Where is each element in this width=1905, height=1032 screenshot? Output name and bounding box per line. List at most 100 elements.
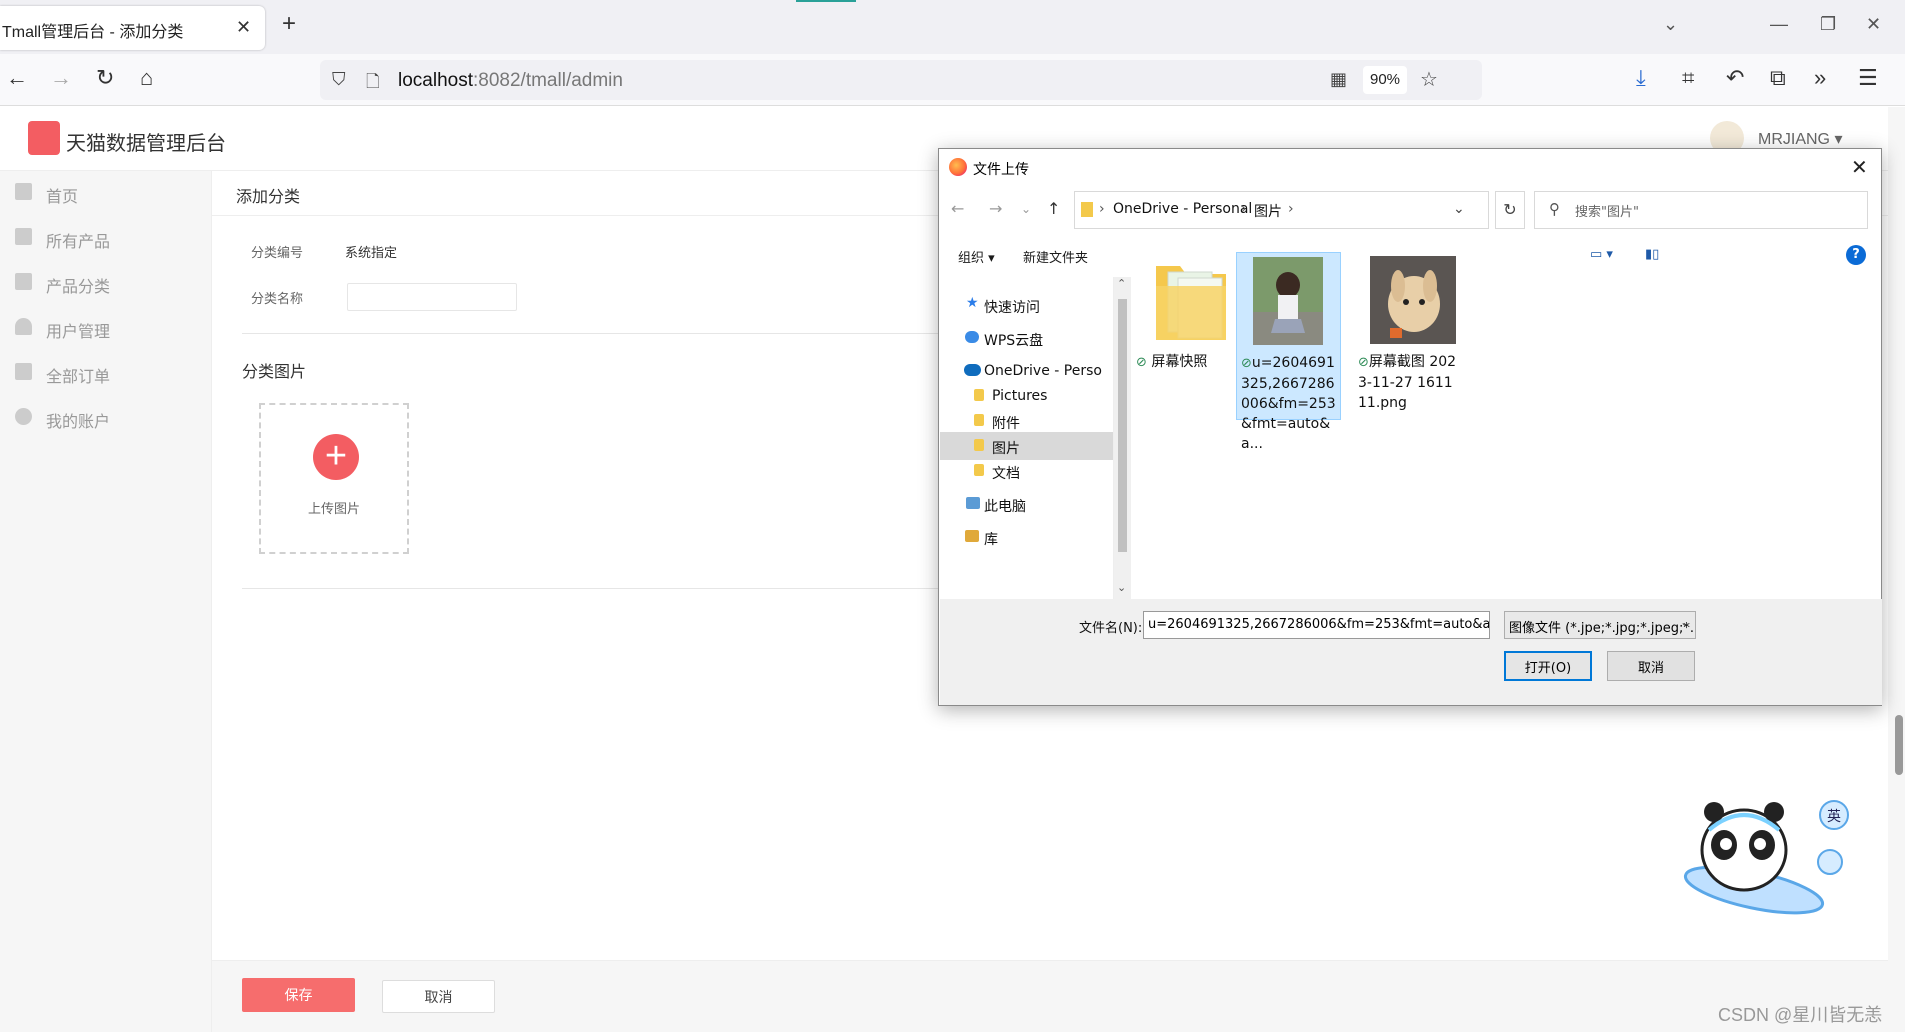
forward-icon[interactable]: → <box>50 67 72 89</box>
dialog-title: 文件上传 <box>973 162 1029 178</box>
panda-mascot-icon[interactable]: 英 <box>1674 770 1854 920</box>
dialog-cancel-button[interactable]: 取消 <box>1607 651 1695 681</box>
file-item-folder[interactable]: ⊘ 屏幕快照 <box>1132 252 1237 420</box>
back-icon[interactable]: ← <box>6 67 28 89</box>
sidebar-item-label: 首页 <box>46 189 79 206</box>
search-input[interactable]: ⚲ 搜索"图片" <box>1534 191 1868 229</box>
qr-code-icon[interactable]: ▦ <box>1330 69 1347 90</box>
library-icon <box>965 530 979 542</box>
file-item-screenshot[interactable]: ⊘屏幕截图 2023-11-27 161111.png <box>1354 252 1459 420</box>
user-menu[interactable]: MRJIANG ▾ <box>1758 129 1842 149</box>
back-icon[interactable]: ← <box>951 199 964 218</box>
minimize-icon[interactable]: — <box>1770 14 1788 35</box>
filename-dropdown-icon[interactable]: ⌄ <box>1474 615 1484 629</box>
tab-title: Tmall管理后台 - 添加分类 <box>2 24 184 41</box>
preview-pane-icon[interactable]: ▮▯ <box>1645 247 1659 262</box>
nav-item-pictures[interactable]: Pictures <box>940 382 1113 410</box>
sync-status-icon: ⊘ <box>1241 356 1252 371</box>
nav-item-documents[interactable]: 文档 <box>940 457 1113 485</box>
restore-icon[interactable]: ❐ <box>1820 14 1836 35</box>
file-item-selected-image[interactable]: ⊘u=2604691325,2667286006&fm=253&fmt=auto… <box>1236 252 1341 452</box>
nav-item-images[interactable]: 图片 <box>940 432 1113 460</box>
browser-tab[interactable]: Tmall管理后台 - 添加分类 ✕ <box>0 6 265 50</box>
breadcrumb-separator-icon: › <box>1241 201 1247 217</box>
window-close-icon[interactable]: ✕ <box>1866 14 1881 35</box>
forward-icon[interactable]: → <box>989 199 1002 218</box>
nav-item-this-pc[interactable]: 此电脑 <box>940 490 1113 518</box>
tab-close-icon[interactable]: ✕ <box>236 17 251 38</box>
organize-button[interactable]: 组织 ▾ <box>958 247 995 266</box>
folder-icon <box>974 439 984 451</box>
browser-tab-bar: Tmall管理后台 - 添加分类 ✕ + ⌄ — ❐ ✕ <box>0 0 1905 54</box>
divider <box>242 588 942 589</box>
bookmark-star-icon[interactable]: ☆ <box>1420 67 1438 92</box>
home-icon <box>15 183 32 200</box>
sidebar-item-categories[interactable]: 产品分类 <box>0 261 212 305</box>
tab-list-icon[interactable]: ⌄ <box>1663 14 1678 35</box>
new-folder-button[interactable]: 新建文件夹 <box>1023 247 1088 266</box>
menu-icon[interactable]: ☰ <box>1858 67 1878 89</box>
zoom-level[interactable]: 90% <box>1363 66 1407 94</box>
search-placeholder: 搜索"图片" <box>1575 205 1639 220</box>
url-bar[interactable]: ⛉ 🗋 localhost:8082/tmall/admin ▦ 90% ☆ <box>320 60 1482 100</box>
image-thumbnail <box>1253 257 1323 345</box>
product-icon <box>15 228 32 245</box>
dialog-bottom-area: 文件名(N): u=2604691325,2667286006&fm=253&f… <box>940 599 1882 705</box>
filetype-select[interactable]: 图像文件 (*.jpe;*.jpg;*.jpeg;*. <box>1504 611 1696 639</box>
recent-locations-icon[interactable]: ⌄ <box>1021 202 1031 216</box>
extensions-icon[interactable]: ⧉ <box>1770 67 1786 89</box>
upload-image-area[interactable]: + 上传图片 <box>259 403 409 554</box>
navigation-pane: ★ 快速访问 WPS云盘 OneDrive - Perso Pictures 附… <box>940 277 1114 599</box>
folder-icon <box>1081 202 1093 217</box>
home-icon[interactable]: ⌂ <box>140 67 153 89</box>
breadcrumb-onedrive[interactable]: OneDrive - Personal <box>1113 201 1252 217</box>
address-bar[interactable]: › OneDrive - Personal › 图片 › ⌄ <box>1074 191 1489 229</box>
filename-input[interactable]: u=2604691325,2667286006&fm=253&fmt=auto&… <box>1143 611 1490 639</box>
folder-icon <box>974 414 984 426</box>
navigation-scrollbar-thumb[interactable] <box>1118 299 1127 552</box>
sidebar-item-products[interactable]: 所有产品 <box>0 216 212 260</box>
new-tab-icon[interactable]: + <box>282 12 296 36</box>
category-name-input[interactable] <box>347 283 517 311</box>
refresh-icon[interactable]: ↻ <box>1495 191 1525 229</box>
dialog-close-icon[interactable]: ✕ <box>1851 155 1868 179</box>
shield-icon[interactable]: ⛉ <box>332 69 346 90</box>
folder-icon <box>1156 266 1226 340</box>
sidebar-item-home[interactable]: 首页 <box>0 171 212 215</box>
reload-icon[interactable]: ↻ <box>96 67 114 89</box>
sidebar-item-users[interactable]: 用户管理 <box>0 306 212 350</box>
url-text[interactable]: localhost:8082/tmall/admin <box>398 70 623 92</box>
chevron-down-icon[interactable]: ⌄ <box>1453 201 1465 217</box>
sidebar-item-orders[interactable]: 全部订单 <box>0 351 212 395</box>
screenshot-crop-icon[interactable]: ⌗ <box>1682 67 1694 89</box>
nav-item-wps-cloud[interactable]: WPS云盘 <box>940 324 1113 352</box>
watermark: CSDN @星川皆无恙 <box>1718 1005 1883 1025</box>
overflow-icon[interactable]: » <box>1814 67 1826 89</box>
file-name: u=2604691325,2667286006&fm=253&fmt=auto&… <box>1241 355 1336 452</box>
page-scrollbar[interactable] <box>1888 107 1905 1032</box>
nav-item-quick-access[interactable]: ★ 快速访问 <box>940 291 1113 319</box>
up-icon[interactable]: ↑ <box>1047 199 1060 218</box>
sidebar-item-label: 全部订单 <box>46 369 111 386</box>
nav-item-onedrive[interactable]: OneDrive - Perso <box>940 357 1113 385</box>
undo-icon[interactable]: ↶ <box>1726 67 1744 89</box>
scroll-down-icon[interactable]: ⌄ <box>1117 581 1126 594</box>
download-icon[interactable]: ⤓ <box>1636 67 1646 89</box>
help-icon[interactable]: ? <box>1846 245 1866 265</box>
save-button[interactable]: 保存 <box>242 978 355 1012</box>
open-button[interactable]: 打开(O) <box>1504 651 1592 681</box>
sync-status-icon: ⊘ <box>1358 355 1369 370</box>
file-name: 屏幕截图 2023-11-27 161111.png <box>1358 354 1457 411</box>
page-scrollbar-thumb[interactable] <box>1895 715 1903 775</box>
plus-icon[interactable]: + <box>313 434 359 480</box>
scroll-up-icon[interactable]: ⌃ <box>1117 277 1126 290</box>
nav-item-attachments[interactable]: 附件 <box>940 407 1113 435</box>
nav-item-library[interactable]: 库 <box>940 523 1113 551</box>
sidebar-item-account[interactable]: 我的账户 <box>0 396 212 440</box>
filetype-chevron-icon[interactable]: ⌄ <box>1680 615 1690 629</box>
browser-nav-bar: ← → ↻ ⌂ ⛉ 🗋 localhost:8082/tmall/admin ▦… <box>0 54 1905 106</box>
cancel-button[interactable]: 取消 <box>382 980 495 1013</box>
sync-status-icon: ⊘ <box>1136 355 1147 370</box>
view-options-icon[interactable]: ▭ ▾ <box>1590 247 1613 262</box>
breadcrumb-pictures[interactable]: 图片 <box>1254 201 1282 221</box>
